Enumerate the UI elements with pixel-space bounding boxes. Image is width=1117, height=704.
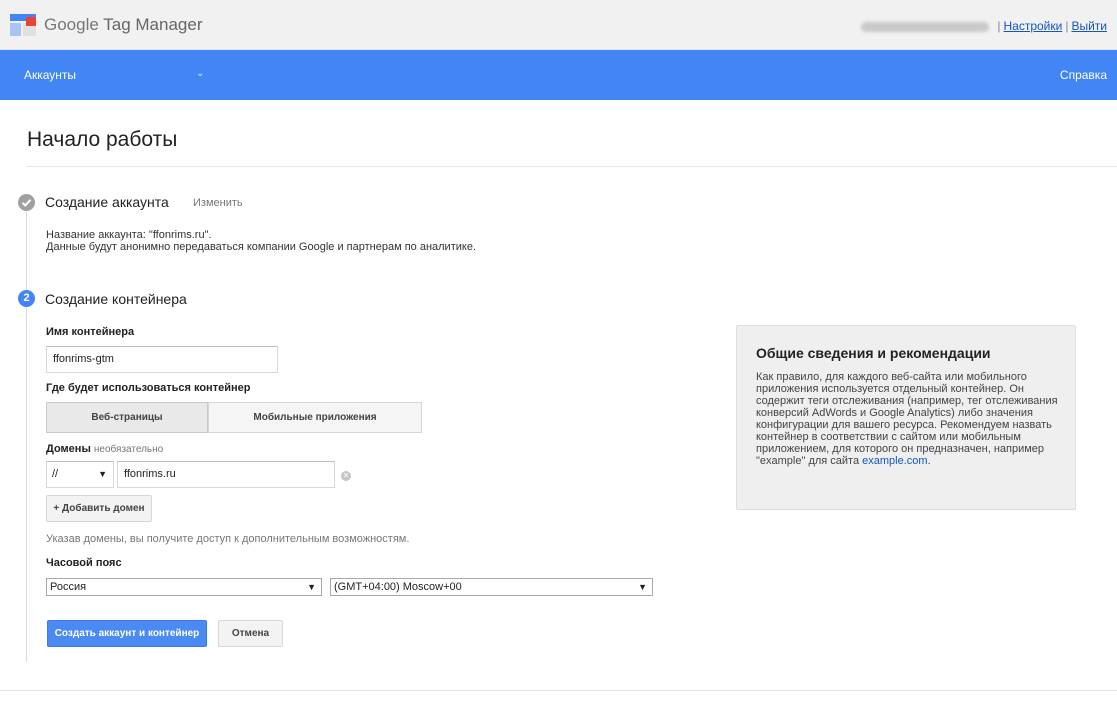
page-title: Начало работы bbox=[27, 128, 178, 151]
nav-bar: Аккаунты ⌄ Справка bbox=[0, 50, 1117, 100]
add-domain-button[interactable]: + Добавить домен bbox=[46, 495, 152, 522]
info-card-body: Как правило, для каждого веб-сайта или м… bbox=[756, 371, 1058, 467]
info-card-title: Общие сведения и рекомендации bbox=[756, 345, 991, 361]
timezone-select[interactable]: (GMT+04:00) Moscow+00 ▼ bbox=[330, 578, 653, 596]
header-separator: | bbox=[997, 19, 1001, 33]
cancel-button[interactable]: Отмена bbox=[218, 620, 283, 647]
settings-link[interactable]: Настройки bbox=[1004, 19, 1063, 33]
protocol-select[interactable]: // ▼ bbox=[46, 461, 114, 488]
logo-product: Tag Manager bbox=[103, 15, 203, 34]
example-link[interactable]: example.com bbox=[862, 455, 927, 467]
dropdown-arrow-icon: ▼ bbox=[98, 469, 107, 479]
dropdown-arrow-icon: ▼ bbox=[307, 582, 316, 592]
user-area: | Настройки | Выйти bbox=[861, 19, 1107, 33]
country-value: Россия bbox=[50, 581, 87, 593]
step2-number-badge: 2 bbox=[18, 290, 35, 307]
protocol-value: // bbox=[52, 468, 59, 480]
tag-manager-logo-icon bbox=[10, 14, 36, 36]
step1-title: Создание аккаунта bbox=[45, 194, 169, 210]
usage-option-web[interactable]: Веб-страницы bbox=[46, 402, 208, 433]
domains-label-text: Домены bbox=[46, 443, 91, 455]
chevron-down-icon[interactable]: ⌄ bbox=[196, 68, 204, 79]
container-name-input[interactable]: ffonrims-gtm bbox=[46, 346, 278, 373]
app-logo-text: Google Tag Manager bbox=[44, 15, 202, 35]
help-link[interactable]: Справка bbox=[1060, 68, 1107, 82]
info-card-text: Как правило, для каждого веб-сайта или м… bbox=[756, 371, 1062, 467]
footer-divider bbox=[0, 690, 1117, 691]
info-card-period: . bbox=[927, 455, 931, 467]
clear-domain-icon[interactable]: ✕ bbox=[341, 471, 351, 481]
domains-optional-text: необязательно bbox=[93, 444, 164, 455]
domain-input[interactable]: ffonrims.ru bbox=[117, 461, 335, 488]
usage-label: Где будет использоваться контейнер bbox=[46, 382, 251, 394]
create-account-container-button[interactable]: Создать аккаунт и контейнер bbox=[47, 620, 207, 647]
user-email-redacted bbox=[861, 21, 990, 32]
data-sharing-line: Данные будут анонимно передаваться компа… bbox=[46, 241, 476, 253]
top-bar: Google Tag Manager | Настройки | Выйти bbox=[0, 0, 1117, 50]
domains-label: Домены необязательно bbox=[46, 443, 163, 455]
accounts-menu[interactable]: Аккаунты bbox=[24, 68, 76, 82]
steps-timeline bbox=[26, 212, 27, 662]
dropdown-arrow-icon: ▼ bbox=[638, 582, 647, 592]
timezone-label: Часовой пояс bbox=[46, 557, 122, 569]
timezone-value: (GMT+04:00) Moscow+00 bbox=[334, 581, 462, 593]
check-icon bbox=[18, 194, 35, 211]
account-name-line: Название аккаунта: "ffonrims.ru". bbox=[46, 229, 212, 241]
domains-hint: Указав домены, вы получите доступ к допо… bbox=[46, 533, 410, 545]
header-separator: | bbox=[1065, 19, 1069, 33]
title-divider bbox=[26, 166, 1117, 167]
country-select[interactable]: Россия ▼ bbox=[46, 578, 322, 596]
usage-option-mobile[interactable]: Мобильные приложения bbox=[208, 402, 422, 433]
edit-account-link[interactable]: Изменить bbox=[193, 197, 243, 209]
info-card: Общие сведения и рекомендации Как правил… bbox=[736, 325, 1076, 510]
logout-link[interactable]: Выйти bbox=[1071, 19, 1107, 33]
step2-title: Создание контейнера bbox=[45, 291, 187, 307]
container-name-label: Имя контейнера bbox=[46, 326, 135, 338]
account-summary: Название аккаунта: "ffonrims.ru". Данные… bbox=[46, 229, 476, 253]
logo-google: Google bbox=[44, 15, 99, 34]
